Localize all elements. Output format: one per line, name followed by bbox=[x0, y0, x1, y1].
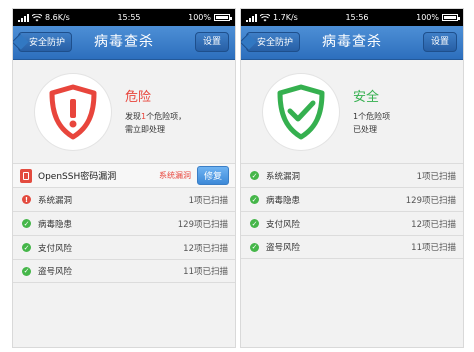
category-count: 1项已扫描 bbox=[188, 195, 228, 206]
nav-bar: 安全防护 病毒查杀 设置 bbox=[13, 26, 235, 60]
check-icon: ✓ bbox=[250, 242, 259, 252]
category-label: 支付风险 bbox=[38, 243, 73, 254]
vulnerability-name: OpenSSH密码漏洞 bbox=[38, 172, 117, 182]
category-label: 病毒隐患 bbox=[266, 195, 301, 206]
list-item[interactable]: ✓ 支付风险 12项已扫描 bbox=[241, 211, 463, 235]
status-bar: 1.7K/s 15:56 100% bbox=[241, 9, 463, 26]
status-badge bbox=[35, 74, 111, 150]
shield-alert-icon bbox=[49, 84, 97, 140]
check-icon: ✓ bbox=[22, 266, 31, 276]
category-label: 盗号风险 bbox=[38, 267, 73, 277]
network-speed: 8.6K/s bbox=[45, 13, 70, 22]
check-icon: ✓ bbox=[250, 171, 259, 180]
category-count: 129项已扫描 bbox=[405, 195, 456, 206]
category-label: 盗号风险 bbox=[266, 243, 301, 253]
clock: 15:55 bbox=[117, 13, 141, 22]
category-label: 病毒隐患 bbox=[38, 219, 73, 230]
check-icon: ✓ bbox=[22, 243, 31, 252]
vulnerability-tag: 系统漏洞 bbox=[158, 171, 191, 180]
list-item[interactable]: ✓ 盗号风险 11项已扫描 bbox=[13, 259, 235, 283]
shield-check-icon bbox=[277, 84, 325, 140]
check-icon: ✓ bbox=[250, 219, 259, 228]
status-detail-line1: 发现1个危险项， bbox=[125, 111, 186, 122]
wifi-icon bbox=[260, 13, 270, 21]
category-label: 系统漏洞 bbox=[38, 195, 73, 206]
detail-prefix: 发现 bbox=[125, 112, 141, 121]
clock: 15:56 bbox=[345, 13, 369, 22]
category-label: 支付风险 bbox=[266, 219, 301, 230]
battery-icon bbox=[442, 14, 460, 21]
category-count: 129项已扫描 bbox=[177, 219, 228, 230]
scan-result-panel: 危险 发现1个危险项， 需立即处理 bbox=[13, 60, 235, 164]
status-detail-line1: 1个危险项 bbox=[353, 112, 391, 121]
nav-bar: 安全防护 病毒查杀 设置 bbox=[241, 26, 463, 60]
signal-icon bbox=[246, 13, 257, 22]
status-detail-line2: 需立即处理 bbox=[125, 125, 165, 134]
phone-app-icon bbox=[20, 168, 32, 183]
signal-icon bbox=[18, 13, 29, 22]
scan-category-list: OpenSSH密码漏洞 系统漏洞 修复 ! 系统漏洞 1项已扫描 ✓ 病毒隐患 … bbox=[13, 163, 235, 283]
wifi-icon bbox=[32, 13, 42, 21]
category-count: 12项已扫描 bbox=[411, 219, 456, 230]
status-text: 危险 bbox=[125, 90, 152, 105]
category-label: 系统漏洞 bbox=[266, 171, 301, 182]
list-item[interactable]: ✓ 病毒隐患 129项已扫描 bbox=[13, 211, 235, 235]
battery-percent: 100% bbox=[416, 13, 439, 22]
status-detail-line2: 已处理 bbox=[353, 125, 377, 134]
battery-percent: 100% bbox=[188, 13, 211, 22]
status-bar: 8.6K/s 15:55 100% bbox=[13, 9, 235, 26]
phone-screen-danger: 8.6K/s 15:55 100% 安全防护 病毒查杀 设置 危险 发现1个危险… bbox=[12, 8, 236, 348]
category-count: 11项已扫描 bbox=[411, 243, 456, 253]
list-item[interactable]: ✓ 系统漏洞 1项已扫描 bbox=[241, 163, 463, 187]
list-item[interactable]: ✓ 病毒隐患 129项已扫描 bbox=[241, 187, 463, 211]
check-icon: ✓ bbox=[22, 219, 31, 228]
scan-result-panel: 安全 1个危险项 已处理 bbox=[241, 60, 463, 164]
category-count: 11项已扫描 bbox=[183, 267, 228, 277]
check-icon: ✓ bbox=[250, 195, 259, 204]
vulnerability-item[interactable]: OpenSSH密码漏洞 系统漏洞 修复 bbox=[13, 163, 235, 187]
list-item[interactable]: ✓ 支付风险 12项已扫描 bbox=[13, 235, 235, 259]
fix-button[interactable]: 修复 bbox=[196, 166, 229, 185]
settings-button[interactable]: 设置 bbox=[422, 32, 457, 52]
detail-suffix: 个危险项， bbox=[146, 112, 187, 121]
list-item[interactable]: ! 系统漏洞 1项已扫描 bbox=[13, 187, 235, 211]
list-item[interactable]: ✓ 盗号风险 11项已扫描 bbox=[241, 235, 463, 259]
status-badge bbox=[263, 74, 339, 150]
scan-category-list: ✓ 系统漏洞 1项已扫描 ✓ 病毒隐患 129项已扫描 ✓ 支付风险 12项已扫… bbox=[241, 163, 463, 259]
status-text: 安全 bbox=[353, 90, 380, 105]
network-speed: 1.7K/s bbox=[273, 13, 298, 22]
category-count: 1项已扫描 bbox=[416, 171, 456, 182]
alert-icon: ! bbox=[22, 195, 31, 204]
battery-icon bbox=[214, 14, 232, 21]
category-count: 12项已扫描 bbox=[183, 243, 228, 254]
settings-button[interactable]: 设置 bbox=[194, 32, 229, 52]
phone-screen-safe: 1.7K/s 15:56 100% 安全防护 病毒查杀 设置 安全 1个危险项 … bbox=[240, 8, 464, 348]
